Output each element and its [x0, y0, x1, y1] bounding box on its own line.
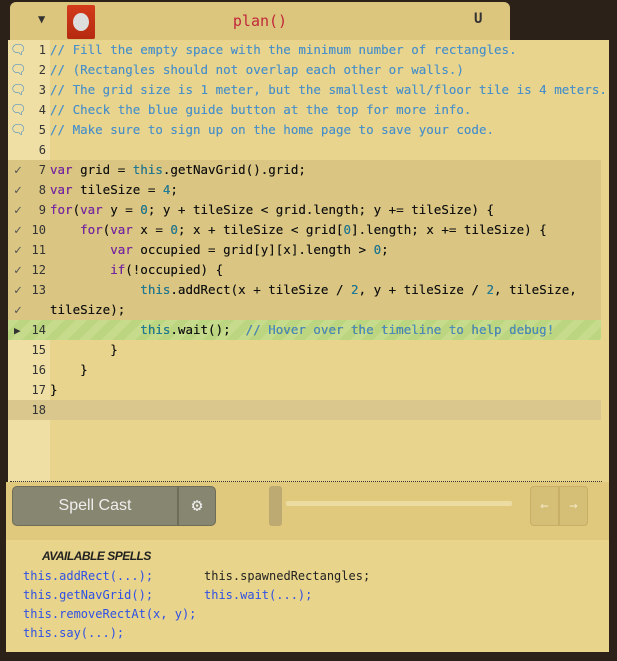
code-line[interactable]: 🗨︎ 2// (Rectangles should not overlap eac… [8, 60, 601, 80]
line-number: 1 [38, 43, 46, 57]
spell-item[interactable]: this.removeRectAt(x, y); [23, 605, 196, 624]
line-number: 16 [31, 363, 46, 377]
line-number: 6 [38, 143, 46, 157]
code-line[interactable]: 16 } } [8, 360, 601, 380]
line-number: 8 [38, 183, 46, 197]
spell-item[interactable]: this.getNavGrid(); [23, 586, 153, 605]
line-number: 12 [31, 263, 46, 277]
code-text: // The grid size is 1 meter, but the sma… [50, 82, 607, 97]
line-number: 13 [31, 283, 46, 297]
line-number: 7 [38, 163, 46, 177]
spell-item[interactable]: this.say(...); [23, 624, 124, 643]
spell-item[interactable]: this.addRect(...); [23, 567, 153, 586]
line-number: 9 [38, 203, 46, 217]
timeline-scrubber[interactable] [286, 501, 512, 506]
code-text: var occupied = grid[y][x].length > 0; [50, 242, 389, 257]
code-text: var grid = this.getNavGrid().grid; [50, 162, 306, 177]
code-line[interactable]: ✓ 7 var grid = this.getNavGrid().grid; var … [8, 160, 601, 180]
code-line[interactable]: ✓ 9 for(var y = 0; y + tileSize < grid.len… [8, 200, 601, 220]
gear-icon[interactable]: ⚙ [178, 486, 216, 526]
code-text: } [50, 362, 88, 377]
code-line[interactable]: ✓ 12 if(!occupied) { if(!occupied) { [8, 260, 601, 280]
code-line[interactable]: 18 [8, 400, 601, 420]
arrow-left-icon[interactable]: ← [530, 486, 559, 526]
code-text: if(!occupied) { [50, 262, 224, 277]
code-line[interactable]: 🗨︎ 5// Make sure to sign up on the home p… [8, 120, 601, 140]
code-text: } [50, 342, 118, 357]
method-title: plan() [232, 12, 288, 30]
line-number: 18 [31, 403, 46, 417]
code-text: // Check the blue guide button at the to… [50, 102, 472, 117]
spell-cast-button[interactable]: Spell Cast [12, 486, 178, 526]
line-number: 5 [38, 123, 46, 137]
spell-item[interactable]: this.spawnedRectangles; [204, 567, 370, 586]
code-text: tileSize); [50, 302, 126, 317]
code-line[interactable]: ✓ 13 this.addRect(x + tileSize / 2, y + t… [8, 280, 601, 300]
code-line[interactable]: ✓ 8 var tileSize = 4; var tileSize = 4; [8, 180, 601, 200]
code-line[interactable]: ✓ 10 for(var x = 0; x + tileSize < grid[0… [8, 220, 601, 240]
timeline-handle[interactable] [269, 486, 282, 526]
code-line[interactable]: 15 } } [8, 340, 601, 360]
available-spells-panel: AVAILABLE SPELLS this.addRect(...); this.… [6, 540, 609, 652]
line-number: 14 [31, 323, 46, 337]
spell-item[interactable]: this.wait(...); [204, 586, 312, 605]
code-line[interactable]: ✓ 11 var occupied = grid[y][x].length > 0… [8, 240, 601, 260]
code-text: // Make sure to sign up on the home page… [50, 122, 495, 137]
code-text: for(var y = 0; y + tileSize < grid.lengt… [50, 202, 495, 217]
code-text: for(var x = 0; x + tileSize < grid[0].le… [50, 222, 547, 237]
line-number: 2 [38, 63, 46, 77]
code-line[interactable]: ✓ tileSize); tileSize); [8, 300, 601, 320]
code-line[interactable]: 17}} [8, 380, 601, 400]
code-text: // Fill the empty space with the minimum… [50, 42, 517, 57]
code-text: this.wait(); // Hover over the timeline … [50, 322, 555, 337]
control-bar: Spell Cast ⚙ ← → [6, 482, 609, 540]
code-text: this.addRect(x + tileSize / 2, y + tileS… [50, 282, 577, 297]
code-line[interactable]: 6 [8, 140, 601, 160]
code-line[interactable]: ▶ 14 this.wait(); // Hover over the timel… [8, 320, 601, 340]
code-text: // (Rectangles should not overlap each o… [50, 62, 464, 77]
line-number: 4 [38, 103, 46, 117]
code-line[interactable]: 🗨︎ 1// Fill the empty space with the mini… [8, 40, 601, 60]
editor-header: ▼ plan() U [10, 2, 510, 42]
magnet-icon[interactable]: U [474, 11, 482, 27]
code-text: } [50, 382, 58, 397]
code-line[interactable]: 🗨︎ 4// Check the blue guide button at the… [8, 100, 601, 120]
checkmark-icon: ✓ [14, 303, 22, 318]
line-number: 3 [38, 83, 46, 97]
arrow-right-icon[interactable]: → [559, 486, 588, 526]
line-number: 17 [31, 383, 46, 397]
line-number: 15 [31, 343, 46, 357]
line-number: 11 [31, 243, 46, 257]
code-text: var tileSize = 4; [50, 182, 178, 197]
code-line[interactable]: 🗨︎ 3// The grid size is 1 meter, but the … [8, 80, 607, 100]
code-editor[interactable]: 🗨︎ 1// Fill the empty space with the mini… [8, 40, 609, 482]
line-number: 10 [31, 223, 46, 237]
spells-title: AVAILABLE SPELLS [42, 549, 151, 563]
